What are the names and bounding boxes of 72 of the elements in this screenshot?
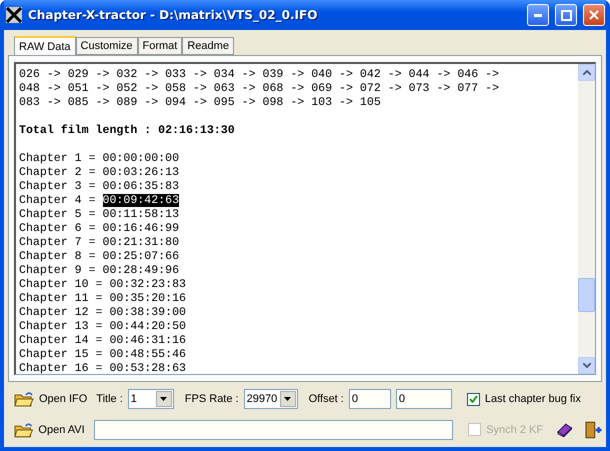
scroll-bar[interactable] <box>578 64 595 374</box>
chapter-label: Chapter 11 = <box>19 292 102 305</box>
scroll-up-button[interactable] <box>578 64 595 81</box>
tab[interactable]: RAW Data <box>14 36 76 56</box>
chapter-label: Chapter 7 = <box>19 236 96 249</box>
exit-door-icon[interactable] <box>584 420 602 439</box>
chapter-label: Chapter 12 = <box>19 306 102 319</box>
checkbox-label: Last chapter bug fix <box>484 393 581 406</box>
folder-icon <box>14 422 34 438</box>
chapter-label: Chapter 15 = <box>19 348 102 361</box>
chapter-time: 00:16:46:99 <box>102 222 180 235</box>
chapter-time: 00:38:39:00 <box>109 306 186 319</box>
tab[interactable]: Format <box>138 37 182 55</box>
maximize-icon <box>560 10 572 20</box>
chapter-time: 00:48:55:46 <box>109 348 186 361</box>
chapter-label: Chapter 13 = <box>19 320 102 333</box>
chapter-label: Chapter 6 = <box>19 222 96 235</box>
scroll-thumb[interactable] <box>578 278 595 312</box>
chapter-time: 00:44:20:50 <box>109 320 186 333</box>
minimize-icon <box>534 14 542 16</box>
chapter-label: Chapter 8 = <box>19 250 96 263</box>
minimize-button[interactable] <box>527 4 549 26</box>
checkmark-icon <box>468 395 478 404</box>
chapter-label: Chapter 16 = <box>19 362 102 374</box>
chapter-time: 00:28:49:96 <box>102 264 180 277</box>
chapter-label: Chapter 5 = <box>19 208 96 221</box>
cell-sequence-line: 026 -> 029 -> 032 -> 033 -> 034 -> 039 -> 040 -> 042 -> 044 -> 046 -> <box>19 68 500 82</box>
offset-label: Offset : <box>308 393 344 406</box>
maximize-button[interactable] <box>555 4 577 26</box>
chapter-time: 00:06:35:83 <box>102 180 180 193</box>
app-logo-icon <box>6 7 22 23</box>
checkbox[interactable] <box>466 392 480 406</box>
chapter-time: 00:00:00:00 <box>102 152 180 165</box>
fps-rate-select[interactable]: 29970 <box>244 389 298 410</box>
chapter-label: Chapter 4 = <box>19 194 96 207</box>
chapter-label: Chapter 3 = <box>19 180 96 193</box>
chapter-label: Chapter 10 = <box>19 278 102 291</box>
chapter-time: 00:53:28:63 <box>109 362 186 374</box>
chapter-time: 00:09:42:63 <box>102 194 180 207</box>
chapter-label: Chapter 14 = <box>19 334 102 347</box>
dropdown-arrow-icon <box>160 397 168 402</box>
chapter-label: Chapter 9 = <box>19 264 96 277</box>
window-title: Chapter-X-tractor - D:\matrix\VTS_02_0.IFO <box>28 8 318 22</box>
scroll-down-button[interactable] <box>578 357 595 374</box>
chapter-time: 00:21:31:80 <box>102 236 180 249</box>
chapter-label: Chapter 2 = <box>19 166 96 179</box>
chapter-time: 00:32:23:83 <box>109 278 186 291</box>
chapter-label: Chapter 1 = <box>19 152 96 165</box>
avi-path-field[interactable] <box>94 420 454 440</box>
offset-field[interactable]: 0 <box>348 389 391 410</box>
fps-rate-label: FPS Rate : <box>184 393 239 406</box>
chapter-time: 00:25:07:66 <box>102 250 180 263</box>
checkbox-label: Synch 2 KF <box>486 424 544 436</box>
title-select[interactable]: 1 <box>128 389 174 410</box>
open-avi-button[interactable]: Open AVI <box>38 424 89 436</box>
book-icon[interactable] <box>556 422 574 438</box>
tab[interactable]: Customize <box>76 37 138 55</box>
chapter-time: 00:03:26:13 <box>102 166 180 179</box>
tab[interactable]: Readme <box>182 37 234 55</box>
folder-icon <box>14 391 34 408</box>
dropdown-arrow-icon <box>284 397 292 402</box>
open-ifo-button[interactable]: Open IFO <box>39 393 92 406</box>
chapter-time: 00:46:31:16 <box>109 334 186 347</box>
chapter-time: 00:11:58:13 <box>102 208 180 221</box>
close-button[interactable] <box>583 4 605 26</box>
offset-field[interactable]: 0 <box>396 389 452 410</box>
cell-sequence-line: 048 -> 051 -> 052 -> 058 -> 063 -> 068 -> 069 -> 072 -> 073 -> 077 -> <box>19 82 500 96</box>
close-icon <box>589 10 599 20</box>
total-length-line: Total film length : 02:16:13:30 <box>19 124 236 138</box>
title-label: Title : <box>96 393 123 406</box>
chapter-time: 00:35:20:16 <box>109 292 186 305</box>
cell-sequence-line: 083 -> 085 -> 089 -> 094 -> 095 -> 098 -> 103 -> 105 <box>19 96 382 110</box>
